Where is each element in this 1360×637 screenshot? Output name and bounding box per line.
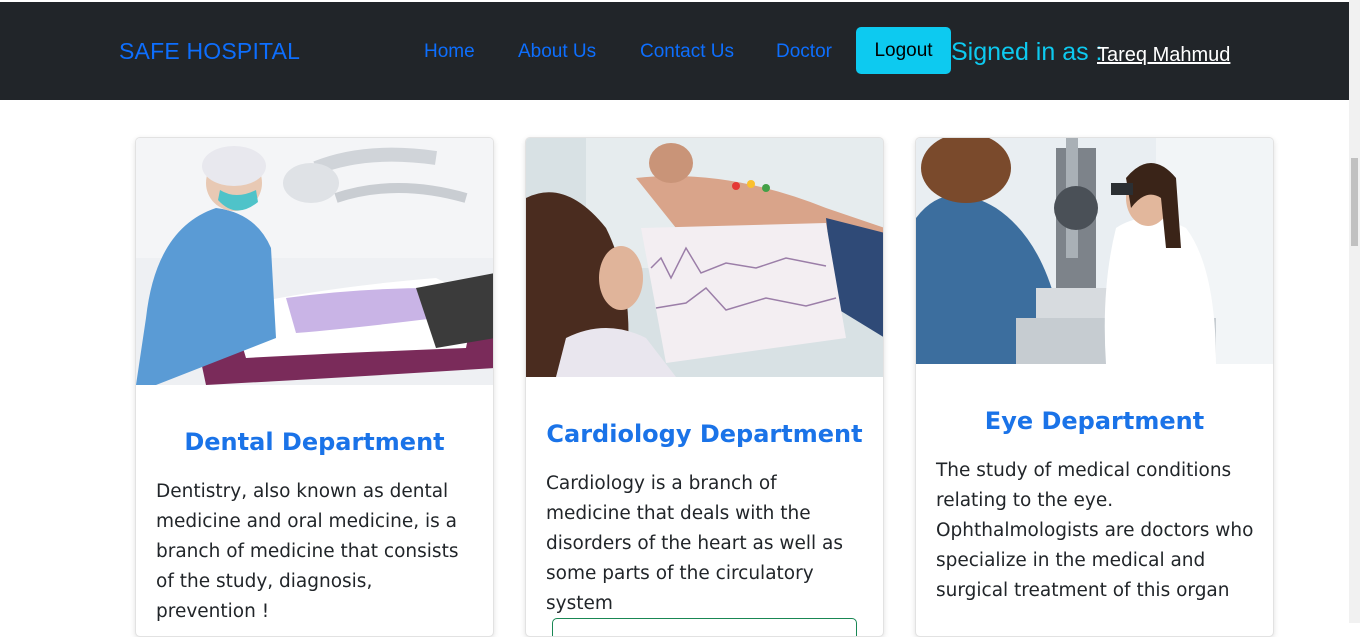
logout-button[interactable]: Logout	[856, 27, 951, 74]
username-link[interactable]: Tareq Mahmud	[1097, 44, 1230, 67]
nav-home[interactable]: Home	[424, 41, 475, 63]
signed-in-label: Signed in as :	[951, 38, 1103, 66]
cardiology-department-card: Cardiology Department Cardiology is a br…	[525, 137, 884, 637]
dental-card-image	[136, 138, 493, 385]
nav-doctor[interactable]: Doctor	[776, 41, 832, 63]
dental-department-card: Dental Department Dentistry, also known …	[135, 137, 494, 637]
eye-card-description: The study of medical conditions relating…	[936, 460, 1254, 601]
vertical-scrollbar[interactable]	[1349, 0, 1360, 623]
eye-card-title: Eye Department	[984, 407, 1205, 435]
dental-card-description: Dentistry, also known as dental medicine…	[156, 481, 459, 622]
cardiology-card-title: Cardiology Department	[546, 420, 863, 448]
cardiology-card-description: Cardiology is a branch of medicine that …	[546, 473, 844, 614]
nav-about-us[interactable]: About Us	[518, 41, 596, 63]
eye-card-image	[916, 138, 1273, 364]
navbar: SAFE HOSPITAL Home About Us Contact Us D…	[0, 2, 1349, 100]
cardiology-card-button[interactable]	[552, 618, 857, 636]
nav-contact-us[interactable]: Contact Us	[640, 41, 734, 63]
eye-department-card: Eye Department The study of medical cond…	[915, 137, 1274, 637]
cardiology-card-image	[526, 138, 883, 377]
scrollbar-thumb[interactable]	[1351, 158, 1358, 246]
dental-card-title: Dental Department	[184, 428, 445, 456]
brand-logo[interactable]: SAFE HOSPITAL	[119, 38, 300, 65]
